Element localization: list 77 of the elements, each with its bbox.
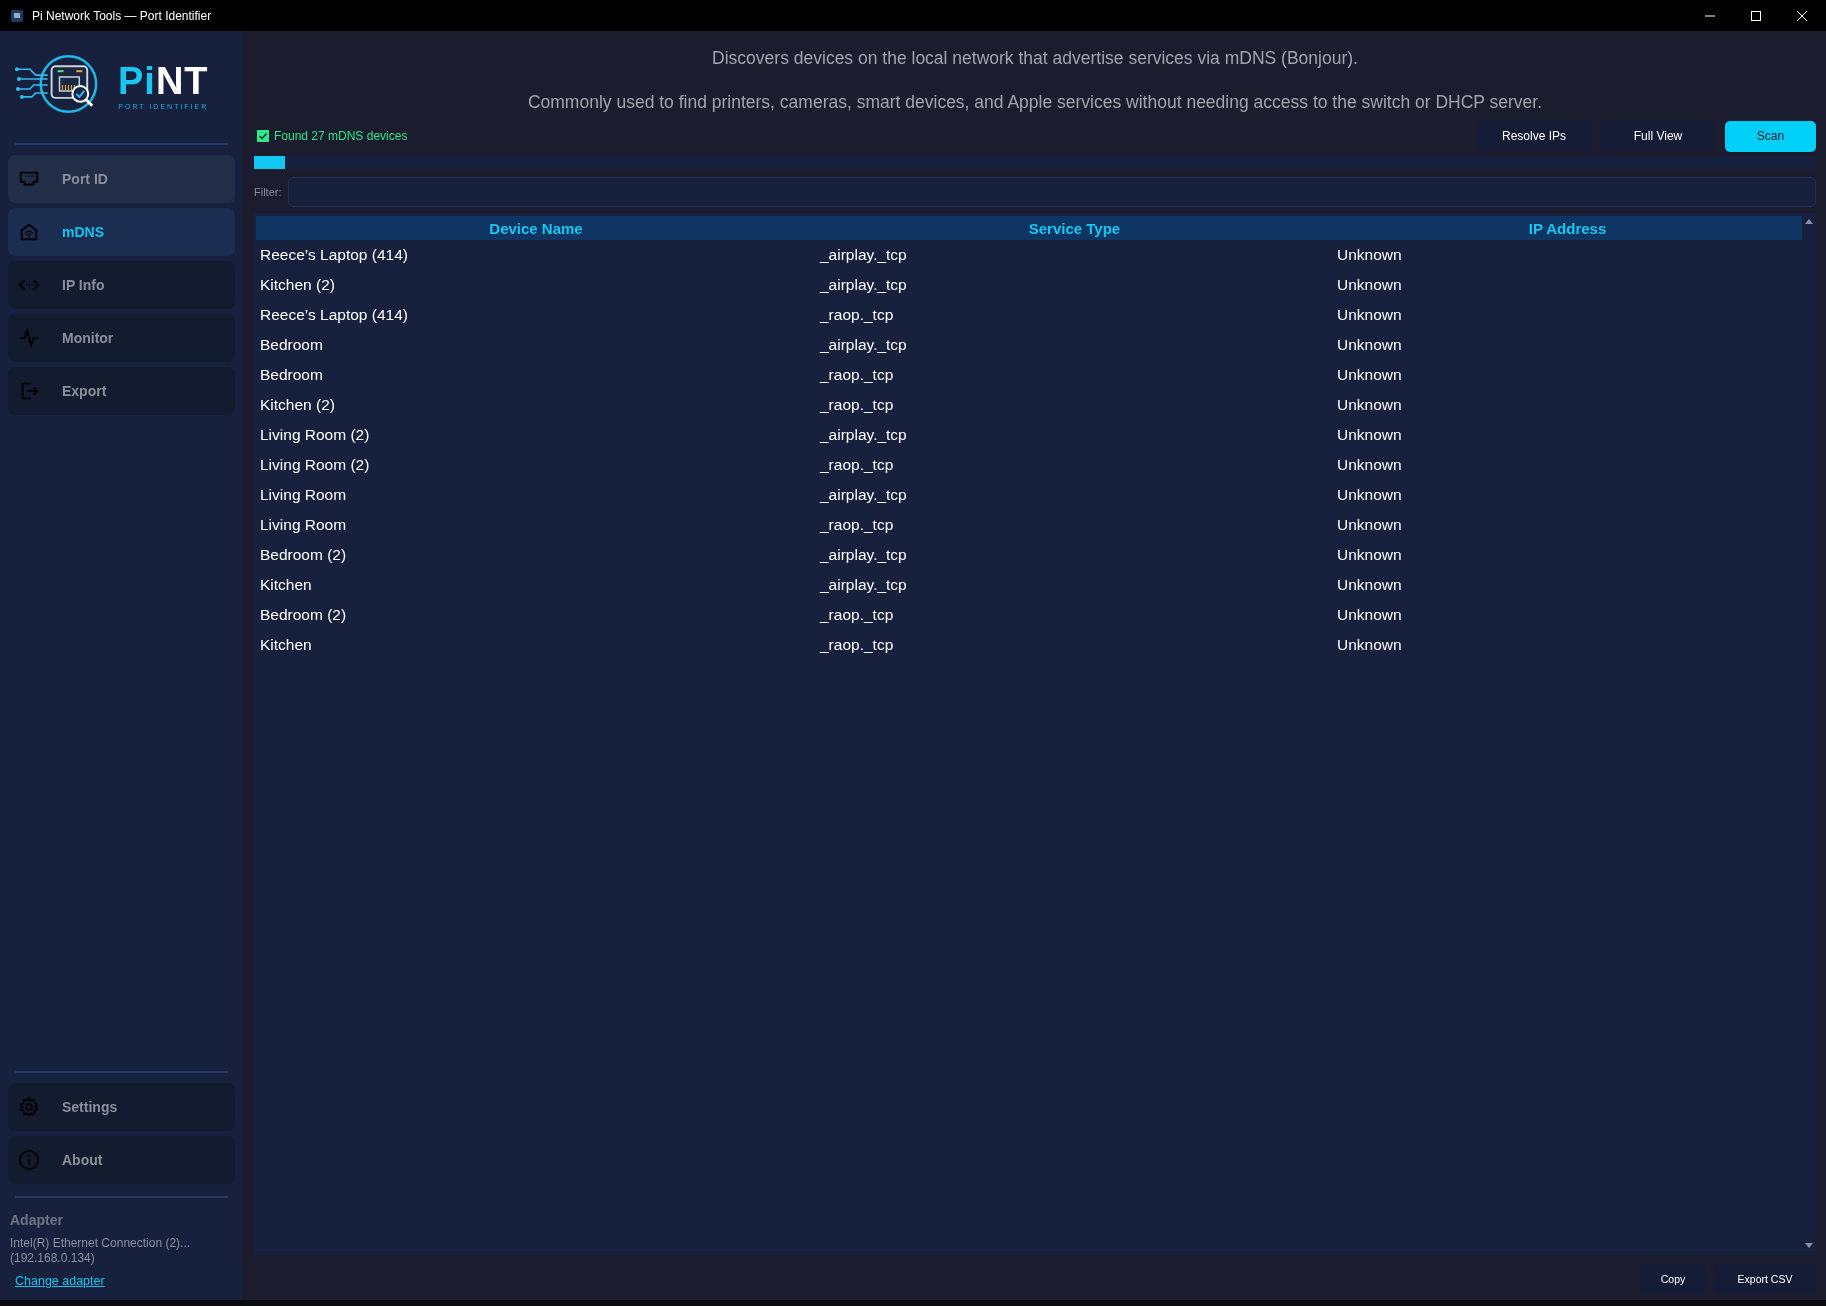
- description-text: Discovers devices on the local network that advertise services via mDNS (Bonjour).: [711, 47, 1359, 70]
- logo-wordmark: PiNT: [118, 62, 209, 100]
- table-cell-text: Bedroom: [259, 366, 324, 384]
- table-cell-text: _raop._tcp: [818, 516, 895, 534]
- table-cell-text: _airplay._tcp: [818, 336, 908, 354]
- table-cell-text: Unknown: [1336, 516, 1403, 534]
- table-cell-text: _airplay._tcp: [818, 576, 908, 594]
- table-cell-text: Kitchen: [259, 576, 313, 594]
- table-cell-text: Living Room (2): [259, 426, 371, 444]
- window-title: Pi Network Tools — Port Identifier: [32, 8, 212, 23]
- table-cell-text: Kitchen (2): [259, 396, 336, 414]
- table-cell-text: _airplay._tcp: [818, 486, 908, 504]
- maximize-icon[interactable]: [1750, 9, 1762, 22]
- table-cell-text: Unknown: [1336, 336, 1403, 354]
- table-cell-text: _airplay._tcp: [818, 246, 908, 264]
- table-cell-text: Living Room: [259, 486, 348, 504]
- adapter-ip: (192.168.0.134): [10, 1251, 96, 1266]
- column-header[interactable]: Service Type: [816, 219, 1333, 237]
- nav-item[interactable]: IP Info: [8, 261, 235, 309]
- table-cell-text: Unknown: [1336, 636, 1403, 654]
- filter-field[interactable]: [287, 177, 1816, 207]
- table-cell-text: Unknown: [1336, 606, 1403, 624]
- scroll-up-icon[interactable]: [1805, 218, 1813, 224]
- adapter-name: Intel(R) Ethernet Connection (2)...: [10, 1236, 192, 1251]
- table-cell-text: Unknown: [1336, 456, 1403, 474]
- settings-icon: [18, 1096, 40, 1118]
- table-cell-text: _raop._tcp: [818, 306, 895, 324]
- status-text: Found 27 mDNS devices: [274, 129, 408, 143]
- toolbar-button[interactable]: Resolve IPs: [1477, 120, 1591, 152]
- nav-item[interactable]: Monitor: [8, 314, 235, 362]
- table-cell-text: Reece’s Laptop (414): [259, 246, 409, 264]
- nav-item[interactable]: About: [8, 1136, 235, 1184]
- table-cell-text: _airplay._tcp: [818, 546, 908, 564]
- table-cell-text: _airplay._tcp: [818, 276, 908, 294]
- table-cell-text: _airplay._tcp: [818, 426, 908, 444]
- table-cell-text: _raop._tcp: [818, 606, 895, 624]
- table-cell-text: Unknown: [1336, 246, 1403, 264]
- app-icon: [10, 8, 24, 23]
- table-cell-text: Bedroom: [259, 336, 324, 354]
- toolbar-button[interactable]: Scan: [1725, 120, 1816, 152]
- nav-item[interactable]: Port ID: [8, 155, 235, 203]
- table-cell-text: Unknown: [1336, 276, 1403, 294]
- table-cell-text: Living Room: [259, 516, 348, 534]
- info-icon: [18, 1149, 40, 1171]
- description-text: Commonly used to find printers, cameras, smart devices, and Apple services without needing access to the switch or DHCP server.: [526, 91, 1544, 114]
- nav-item[interactable]: mDNS: [8, 208, 235, 256]
- close-icon[interactable]: [1796, 9, 1808, 22]
- table-cell-text: _raop._tcp: [818, 396, 895, 414]
- table-cell-text: Bedroom (2): [259, 606, 348, 624]
- toolbar-button[interactable]: Full View: [1601, 120, 1715, 152]
- table-cell-text: Unknown: [1336, 366, 1403, 384]
- scroll-down-icon[interactable]: [1805, 1243, 1813, 1249]
- table-cell-text: Bedroom (2): [259, 546, 348, 564]
- table-cell-text: Unknown: [1336, 576, 1403, 594]
- footer-button[interactable]: Copy: [1640, 1263, 1706, 1294]
- nav-item[interactable]: Settings: [8, 1083, 235, 1131]
- table-cell-text: Unknown: [1336, 486, 1403, 504]
- table-cell-text: Kitchen: [259, 636, 313, 654]
- footer-button[interactable]: Export CSV: [1714, 1263, 1816, 1294]
- nav-item[interactable]: Export: [8, 367, 235, 415]
- filter-label: Filter:: [254, 186, 282, 198]
- table-cell-text: Unknown: [1336, 546, 1403, 564]
- adapter-heading: Adapter: [10, 1212, 64, 1228]
- table-cell-text: Kitchen (2): [259, 276, 336, 294]
- column-header[interactable]: IP Address: [1333, 219, 1802, 237]
- table-cell-text: Living Room (2): [259, 456, 371, 474]
- pulse-icon: [18, 327, 40, 349]
- column-header[interactable]: Device Name: [256, 219, 816, 237]
- table-cell-text: _raop._tcp: [818, 456, 895, 474]
- table-cell-text: Reece’s Laptop (414): [259, 306, 409, 324]
- table-cell-text: Unknown: [1336, 426, 1403, 444]
- change-adapter-link[interactable]: Change adapter: [15, 1274, 105, 1288]
- table-cell-text: Unknown: [1336, 396, 1403, 414]
- table-cell-text: _raop._tcp: [818, 636, 895, 654]
- table-cell-text: Unknown: [1336, 306, 1403, 324]
- table-cell-text: _raop._tcp: [818, 366, 895, 384]
- home-wifi-icon: [18, 221, 40, 243]
